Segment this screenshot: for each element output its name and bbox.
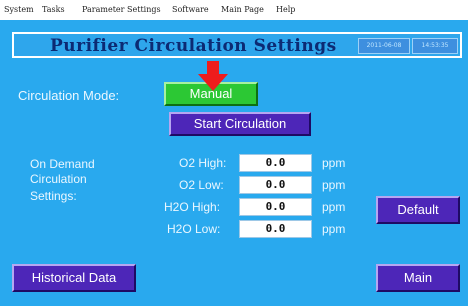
menu-system[interactable]: System	[4, 5, 34, 14]
o2-high-label: O2 High:	[179, 156, 227, 170]
o2-low-label: O2 Low:	[179, 178, 224, 192]
purifier-screen: Purifier Circulation Settings 2011-06-08…	[0, 20, 468, 306]
on-demand-label-line2: Circulation	[30, 172, 87, 186]
on-demand-label-line3: Settings:	[30, 189, 77, 203]
circulation-mode-label: Circulation Mode:	[18, 88, 120, 103]
title-bar: Purifier Circulation Settings 2011-06-08…	[12, 32, 462, 58]
o2-low-unit: ppm	[322, 178, 346, 192]
on-demand-label-line1: On Demand	[30, 157, 95, 171]
menu-bar: System Tasks Parameter Settings Software…	[0, 0, 468, 20]
main-button[interactable]: Main	[376, 264, 460, 292]
h2o-low-field[interactable]: 0.0	[239, 220, 312, 238]
h2o-low-unit: ppm	[322, 222, 346, 236]
date-display: 2011-06-08	[358, 38, 410, 54]
h2o-low-label: H2O Low:	[167, 222, 221, 236]
page-title: Purifier Circulation Settings	[50, 36, 337, 56]
o2-low-field[interactable]: 0.0	[239, 176, 312, 194]
menu-help[interactable]: Help	[276, 5, 295, 14]
h2o-high-unit: ppm	[322, 200, 346, 214]
o2-high-unit: ppm	[322, 156, 346, 170]
menu-main-page[interactable]: Main Page	[221, 5, 264, 14]
start-circulation-button[interactable]: Start Circulation	[169, 112, 311, 136]
red-down-arrow-icon	[198, 61, 228, 91]
h2o-high-label: H2O High:	[164, 200, 221, 214]
menu-parameter-settings[interactable]: Parameter Settings	[82, 5, 161, 14]
menu-software[interactable]: Software	[172, 5, 209, 14]
h2o-high-field[interactable]: 0.0	[239, 198, 312, 216]
o2-high-field[interactable]: 0.0	[239, 154, 312, 172]
time-display: 14:53:35	[412, 38, 458, 54]
historical-data-button[interactable]: Historical Data	[12, 264, 136, 292]
default-button[interactable]: Default	[376, 196, 460, 224]
menu-tasks[interactable]: Tasks	[42, 5, 65, 14]
